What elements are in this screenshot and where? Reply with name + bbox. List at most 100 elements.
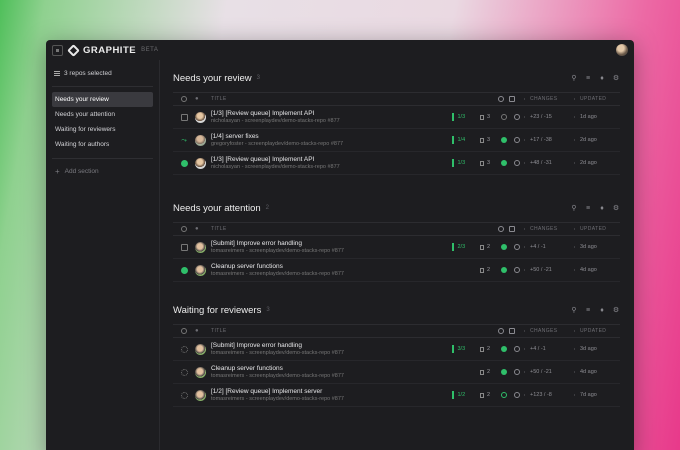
stack-position: 1/2 xyxy=(457,392,466,398)
sidebar-item-needs-your-review[interactable]: Needs your review xyxy=(52,92,153,107)
table-header: ● TITLE CHANGES UPDATED xyxy=(173,93,620,106)
pr-title[interactable]: [1/4] server fixes xyxy=(211,133,452,140)
changes-cell: +50 / -21 xyxy=(524,267,574,273)
bell-icon[interactable]: ♦ xyxy=(598,307,606,314)
select-all-checkbox[interactable] xyxy=(173,328,195,334)
ci-icon xyxy=(498,96,504,102)
review-status-cell xyxy=(510,346,524,352)
approved-icon xyxy=(180,266,188,274)
title-cell[interactable]: [1/4] server fixes gregoryfoster - screen… xyxy=(211,133,452,147)
stack-cell: 1/4 xyxy=(452,136,480,144)
repo-selector[interactable]: 3 repos selected xyxy=(52,66,153,80)
user-avatar[interactable] xyxy=(616,44,628,56)
table-row[interactable]: Cleanup server functions tomasreimers - s… xyxy=(173,259,620,282)
header-changes[interactable]: CHANGES xyxy=(524,96,574,102)
pending-icon xyxy=(180,391,188,399)
title-cell[interactable]: [1/2] [Review queue] Implement server tom… xyxy=(211,388,452,402)
list-icon[interactable]: ≡ xyxy=(584,307,592,314)
bell-icon[interactable]: ♦ xyxy=(598,205,606,212)
title-cell[interactable]: [1/3] [Review queue] Implement API nichol… xyxy=(211,110,452,124)
author-avatar xyxy=(195,264,206,276)
files-cell: 2 xyxy=(480,346,498,352)
pr-table: ● TITLE CHANGES UPDATED [1/3] [Review queue]… xyxy=(173,92,620,175)
stack-cell: 1/2 xyxy=(452,391,480,399)
table-row[interactable]: [1/3] [Review queue] Implement API nichol… xyxy=(173,106,620,129)
person-icon: ● xyxy=(195,226,200,232)
search-icon[interactable]: ⚲ xyxy=(570,74,578,82)
title-cell[interactable]: Cleanup server functions tomasreimers - s… xyxy=(211,365,452,379)
header-updated[interactable]: UPDATED xyxy=(574,226,620,232)
search-icon[interactable]: ⚲ xyxy=(570,306,578,314)
title-cell[interactable]: [1/3] [Review queue] Implement API nichol… xyxy=(211,156,452,170)
updated-cell: 4d ago xyxy=(574,267,620,273)
sidebar-item-needs-your-attention[interactable]: Needs your attention xyxy=(52,107,153,122)
search-icon[interactable]: ⚲ xyxy=(570,204,578,212)
title-cell[interactable]: [Submit] Improve error handling tomasreim… xyxy=(211,240,452,254)
clock-icon xyxy=(514,346,520,352)
pr-title[interactable]: [1/2] [Review queue] Implement server xyxy=(211,388,452,395)
files-cell: 2 xyxy=(480,392,498,398)
status-cell xyxy=(173,243,195,251)
stack-bar xyxy=(452,243,454,251)
bell-icon[interactable]: ♦ xyxy=(598,75,606,82)
sidebar-item-waiting-for-reviewers[interactable]: Waiting for reviewers xyxy=(52,122,153,137)
title-cell[interactable]: [Submit] Improve error handling tomasreim… xyxy=(211,342,452,356)
ci-status-cell xyxy=(498,369,510,375)
status-cell xyxy=(173,368,195,376)
changes-cell: +4 / -1 xyxy=(524,244,574,250)
pr-title[interactable]: [Submit] Improve error handling xyxy=(211,240,452,247)
header-updated[interactable]: UPDATED xyxy=(574,328,620,334)
updated-cell: 2d ago xyxy=(574,160,620,166)
header-icons xyxy=(498,226,524,232)
table-row[interactable]: [1/3] [Review queue] Implement API nichol… xyxy=(173,152,620,175)
table-row[interactable]: [Submit] Improve error handling tomasreim… xyxy=(173,236,620,259)
sidebar-item-label: Waiting for authors xyxy=(55,141,110,148)
gear-icon[interactable]: ⚙ xyxy=(612,204,620,212)
review-status-cell xyxy=(510,160,524,166)
list-icon[interactable]: ≡ xyxy=(584,75,592,82)
ci-status-cell xyxy=(498,392,510,398)
pr-title[interactable]: [Submit] Improve error handling xyxy=(211,342,452,349)
table-row[interactable]: Cleanup server functions tomasreimers - s… xyxy=(173,361,620,384)
changes-cell: +23 / -15 xyxy=(524,114,574,120)
sidebar-toggle-icon[interactable] xyxy=(52,44,63,56)
beta-badge: BETA xyxy=(141,47,159,53)
updated-cell: 2d ago xyxy=(574,137,620,143)
file-icon xyxy=(480,137,484,143)
table-row[interactable]: ⤳ [1/4] server fixes gregoryfoster - scree… xyxy=(173,129,620,152)
sidebar-item-waiting-for-authors[interactable]: Waiting for authors xyxy=(52,137,153,152)
pending-icon xyxy=(180,345,188,353)
main-content: Needs your review 3 ⚲ ≡ ♦ ⚙ ● TITLE CHANGES UPDAT… xyxy=(160,60,634,450)
list-icon[interactable]: ≡ xyxy=(584,205,592,212)
changes-cell: +50 / -21 xyxy=(524,369,574,375)
table-row[interactable]: [1/2] [Review queue] Implement server tom… xyxy=(173,384,620,407)
files-cell: 2 xyxy=(480,369,498,375)
table-row[interactable]: [Submit] Improve error handling tomasreim… xyxy=(173,338,620,361)
stack-position: 1/3 xyxy=(457,160,466,166)
stack-bar xyxy=(452,345,454,353)
file-icon xyxy=(480,392,484,398)
files-cell: 3 xyxy=(480,137,498,143)
status-draft-icon xyxy=(180,113,188,121)
title-cell[interactable]: Cleanup server functions tomasreimers - s… xyxy=(211,263,452,277)
select-all-checkbox[interactable] xyxy=(173,96,195,102)
header-updated[interactable]: UPDATED xyxy=(574,96,620,102)
header-changes[interactable]: CHANGES xyxy=(524,328,574,334)
gear-icon[interactable]: ⚙ xyxy=(612,74,620,82)
author-avatar-cell xyxy=(195,134,211,146)
author-avatar-cell xyxy=(195,389,211,401)
clock-icon xyxy=(514,244,520,250)
pr-title[interactable]: Cleanup server functions xyxy=(211,263,452,270)
pr-title[interactable]: [1/3] [Review queue] Implement API xyxy=(211,110,452,117)
gear-icon[interactable]: ⚙ xyxy=(612,306,620,314)
pr-title[interactable]: [1/3] [Review queue] Implement API xyxy=(211,156,452,163)
header-changes[interactable]: CHANGES xyxy=(524,226,574,232)
ci-status-icon xyxy=(501,244,507,250)
review-icon xyxy=(509,96,515,102)
section-title: Needs your attention xyxy=(173,202,261,214)
updated-cell: 7d ago xyxy=(574,392,620,398)
select-all-checkbox[interactable] xyxy=(173,226,195,232)
add-section-button[interactable]: + Add section xyxy=(52,164,153,179)
pr-title[interactable]: Cleanup server functions xyxy=(211,365,452,372)
section-count: 3 xyxy=(266,307,270,313)
